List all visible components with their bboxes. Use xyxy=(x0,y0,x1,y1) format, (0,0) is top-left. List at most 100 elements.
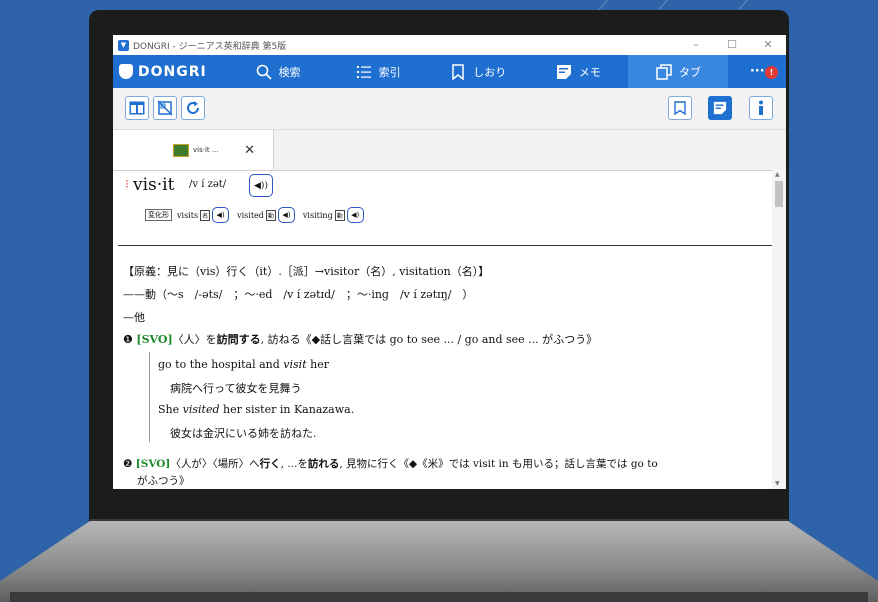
example-text: She xyxy=(158,403,183,416)
notification-badge: ! xyxy=(764,66,778,79)
maximize-button[interactable]: ☐ xyxy=(714,35,750,55)
speaker-icon: ◀) xyxy=(282,211,291,219)
sense-text: , 訪ねる《◆話し言葉では go to see ... / go and see… xyxy=(260,333,598,346)
title-bar: ▼ DONGRI - ジーニアス英和辞典 第5版 – ☐ ✕ xyxy=(113,35,786,55)
scrollbar-thumb[interactable] xyxy=(775,181,783,207)
sense-text: , 見物に行く《◆《米》では visit in も用いる；話し言葉では go t… xyxy=(339,458,658,470)
add-memo-button[interactable] xyxy=(708,96,732,120)
inflection-line: ——動（〜s /-əts/ ；〜·ed /v í zətɪd/ ；〜·ing /… xyxy=(123,288,474,301)
tab-label: vis·it ... xyxy=(193,146,219,154)
window-title: DONGRI - ジーニアス英和辞典 第5版 xyxy=(133,41,287,52)
sense-text-continued: がふつう》 xyxy=(137,475,190,487)
speaker-icon: ◀) xyxy=(351,211,360,219)
sense-2: ❷ [SVO]〈人が〉〈場所〉へ行く, ...を訪れる, 見物に行く《◆《米》で… xyxy=(123,456,658,471)
sentence-pattern: [SVO] xyxy=(136,333,173,346)
minimize-button[interactable]: – xyxy=(678,35,714,55)
bookmark-icon xyxy=(452,63,464,80)
layout-button[interactable] xyxy=(125,96,149,120)
add-bookmark-button[interactable] xyxy=(668,96,692,120)
shield-icon xyxy=(119,64,133,79)
form-word: visiting xyxy=(302,210,333,220)
bookmark-icon xyxy=(674,101,686,115)
pos-tag: 名 xyxy=(200,209,211,221)
example-ja: 病院へ行って彼女を見舞う xyxy=(170,382,302,395)
vertical-scrollbar[interactable]: ▲ ▼ xyxy=(772,169,786,489)
pronunciation: /v í zət/ xyxy=(189,179,227,190)
nav-search-label: 検索 xyxy=(278,65,301,79)
section-divider xyxy=(118,245,772,246)
form-word: visited xyxy=(237,210,264,220)
dongri-logo: DONGRI xyxy=(113,64,228,80)
example-text: go to the hospital and xyxy=(158,358,284,371)
nav-bookmarks[interactable]: しおり xyxy=(428,55,528,88)
dictionary-entry: ⁝ vis·it /v í zət/ ◀)) 変化形 visits 名 ◀) v… xyxy=(113,169,772,489)
play-audio-button[interactable]: ◀)) xyxy=(249,174,273,197)
refresh-button[interactable] xyxy=(181,96,205,120)
sense-text: , ...を xyxy=(280,458,308,470)
example-en: She visited her sister in Kanazawa. xyxy=(158,403,354,416)
tab-strip: vis·it ... ✕ xyxy=(113,130,786,171)
sense-keyword: 訪問する xyxy=(216,333,261,346)
sentence-pattern: [SVO] xyxy=(135,458,171,470)
form-word: visits xyxy=(177,210,199,220)
info-icon xyxy=(759,100,763,115)
memo-icon xyxy=(713,101,727,115)
example-text: her sister in Kanazawa. xyxy=(219,403,355,416)
headword: vis·it xyxy=(133,175,175,195)
sense-text: 〈人〉を xyxy=(172,333,217,346)
app-window: ▼ DONGRI - ジーニアス英和辞典 第5版 – ☐ ✕ DONGRI 検索… xyxy=(113,35,786,489)
close-window-button[interactable]: ✕ xyxy=(750,35,786,55)
pos-tag: 動 xyxy=(334,209,345,221)
sense-1: ❶ [SVO]〈人〉を訪問する, 訪ねる《◆話し言葉では go to see .… xyxy=(123,331,597,347)
nav-index-label: 索引 xyxy=(378,65,401,79)
example-en: go to the hospital and visit her xyxy=(158,358,329,371)
scroll-down-icon[interactable]: ▼ xyxy=(775,480,780,487)
speaker-icon: ◀)) xyxy=(254,180,268,191)
example-ja: 彼女は金沢にいる姉を訪ねた. xyxy=(170,427,317,440)
play-form-audio-button[interactable]: ◀) xyxy=(277,207,295,223)
example-text: her xyxy=(306,358,329,371)
toolbar xyxy=(113,88,786,130)
close-tab-button[interactable]: ✕ xyxy=(244,143,255,158)
importance-mark: ⁝ xyxy=(125,177,129,191)
play-form-audio-button[interactable]: ◀) xyxy=(212,207,230,223)
example-bar xyxy=(149,352,150,442)
example-keyword: visited xyxy=(182,403,220,416)
example-keyword: visit xyxy=(283,358,307,371)
transitive-label: —他 xyxy=(123,311,145,324)
nav-search[interactable]: 検索 xyxy=(228,55,328,88)
more-menu-button[interactable]: ··· ! xyxy=(728,64,785,79)
nav-index[interactable]: 索引 xyxy=(328,55,428,88)
info-button[interactable] xyxy=(749,96,773,120)
laptop-base xyxy=(0,521,878,602)
app-icon: ▼ xyxy=(118,39,129,51)
sense-keyword: 訪れる xyxy=(307,458,340,470)
tab-visit[interactable]: vis·it ... ✕ xyxy=(113,130,274,170)
nav-memo[interactable]: メモ xyxy=(528,55,628,88)
layout-icon xyxy=(129,101,145,115)
search-icon xyxy=(256,64,272,80)
sense-number: ❷ xyxy=(123,458,133,470)
pos-tag: 動 xyxy=(265,209,276,221)
nav-tabs[interactable]: タブ xyxy=(628,55,729,88)
play-form-audio-button[interactable]: ◀) xyxy=(346,207,364,223)
sense-number: ❶ xyxy=(123,333,133,346)
nav-memo-label: メモ xyxy=(578,65,601,79)
dictionary-thumbnail-icon xyxy=(173,143,189,157)
no-image-icon xyxy=(157,100,173,116)
memo-icon xyxy=(556,64,571,79)
nav-tabs-label: タブ xyxy=(678,65,701,79)
list-icon xyxy=(356,65,371,78)
etymology: 【原義：見に（vis）行く（it）.［派］→visitor（名）, visita… xyxy=(123,265,490,278)
more-dots-icon: ··· xyxy=(749,64,765,79)
inflected-forms: 変化形 visits 名 ◀) visited 動 ◀) visiting 動 … xyxy=(145,207,372,223)
sense-keyword: 行く xyxy=(259,458,281,470)
sense-text: 〈人が〉〈場所〉へ xyxy=(170,458,260,470)
speaker-icon: ◀) xyxy=(216,211,225,219)
scroll-up-icon[interactable]: ▲ xyxy=(775,171,780,178)
toggle-images-button[interactable] xyxy=(153,96,177,120)
forms-tag: 変化形 xyxy=(145,209,172,221)
nav-bookmarks-label: しおり xyxy=(473,65,507,79)
logo-text: DONGRI xyxy=(138,63,207,80)
refresh-icon xyxy=(187,101,199,114)
